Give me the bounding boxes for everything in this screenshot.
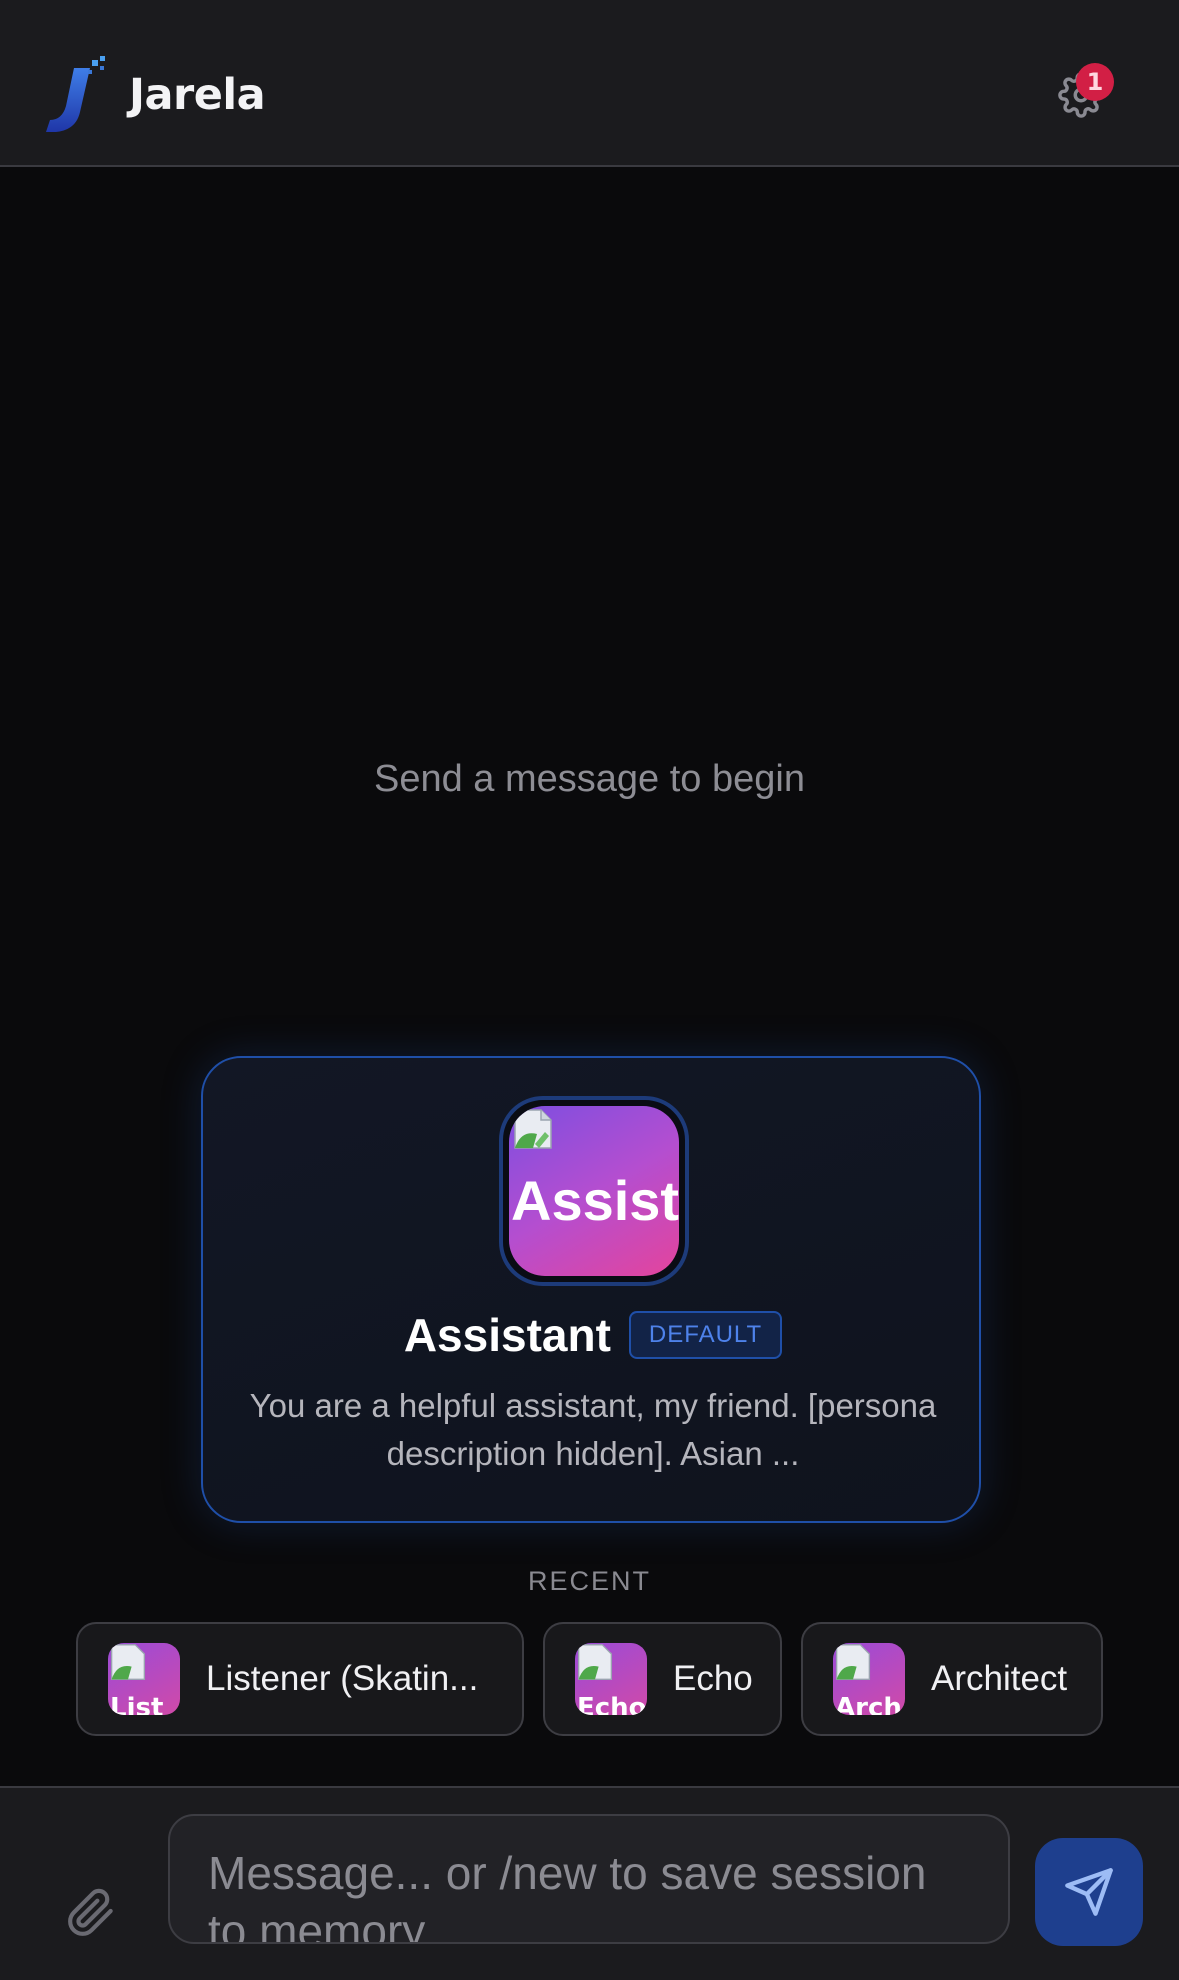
persona-avatar: Echo [575,1643,647,1715]
persona-name: Assistant [403,1309,611,1361]
persona-avatar: Assistant [509,1106,679,1276]
empty-state-hint: Send a message to begin [374,758,805,800]
recent-persona-echo[interactable]: Echo Echo [543,1622,782,1736]
persona-card[interactable]: Assistant Assistant DEFAULT You are a he… [201,1056,981,1523]
notification-badge[interactable]: 1 [1076,63,1114,101]
send-button[interactable] [1035,1838,1143,1946]
broken-image-icon [577,1644,613,1681]
logo-icon [46,56,105,132]
persona-avatar-alt-text: Assistant [511,1169,679,1232]
recent-persona-listener[interactable]: List Listener (Skatin... [76,1622,524,1736]
persona-description: You are a helpful assistant, my friend. … [249,1387,937,1472]
default-badge: DEFAULT [628,1311,783,1359]
message-input[interactable] [168,1814,1010,1944]
persona-name-row: Assistant DEFAULT [203,1308,983,1362]
app-header: Jarela 1 [0,0,1179,167]
broken-image-icon [514,1109,552,1149]
persona-avatar: List [108,1643,180,1715]
persona-avatar-frame: Assistant [499,1096,689,1286]
recent-persona-label: Listener (Skatin... [206,1659,479,1698]
avatar-alt-text: Arch [835,1693,902,1715]
app-title: Jarela [129,70,266,120]
paperclip-icon [68,1888,113,1936]
broken-image-icon [110,1644,146,1681]
send-icon [1065,1868,1113,1916]
chat-area: Send a message to begin [0,169,1179,1786]
persona-avatar: Arch [833,1643,905,1715]
attach-button[interactable] [66,1888,116,1938]
recent-section-label: RECENT [527,1566,651,1596]
recent-persona-label: Architect [931,1659,1068,1698]
avatar-alt-text: List [110,1693,164,1715]
avatar-alt-text: Echo [577,1693,647,1715]
message-composer [0,1786,1179,1980]
broken-image-icon [835,1644,871,1681]
recent-persona-label: Echo [673,1659,753,1698]
recent-persona-architect[interactable]: Arch Architect [801,1622,1103,1736]
